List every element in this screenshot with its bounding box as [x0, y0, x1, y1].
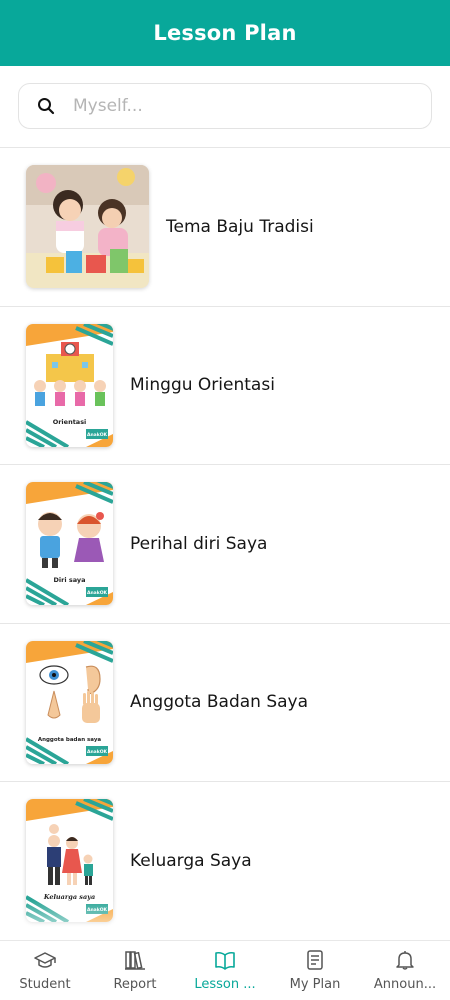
card-brand: AnakOK — [87, 749, 108, 755]
lesson-title: Anggota Badan Saya — [130, 692, 309, 713]
nav-student[interactable]: Student — [0, 941, 90, 1000]
card-brand: AnakOK — [87, 590, 108, 596]
lesson-thumbnail-card: Orientasi AnakOK — [26, 323, 113, 447]
card-caption: Keluarga saya — [43, 893, 95, 901]
card-brand: AnakOK — [87, 907, 108, 913]
lesson-item[interactable]: Orientasi AnakOK Minggu Orientasi — [0, 306, 450, 465]
search-icon — [37, 97, 55, 115]
nav-label: My Plan — [289, 977, 341, 992]
lesson-item[interactable]: Anggota badan saya AnakOK Anggota Badan … — [0, 623, 450, 782]
nav-label: Lesson ... — [194, 977, 256, 992]
nav-label: Student — [19, 977, 71, 992]
graduation-cap-icon — [34, 949, 56, 971]
nav-announcement[interactable]: Announ... — [360, 941, 450, 1000]
lesson-item[interactable]: Diri saya AnakOK Perihal diri Saya — [0, 465, 450, 624]
lesson-item[interactable]: Keluarga saya AnakOK Keluarga Saya — [0, 782, 450, 941]
search-bar[interactable] — [18, 83, 432, 129]
lesson-thumbnail-card: Keluarga saya AnakOK — [26, 799, 113, 923]
lesson-title: Keluarga Saya — [130, 850, 252, 871]
card-caption: Anggota badan saya — [38, 737, 102, 743]
lesson-thumbnail-card: Anggota badan saya AnakOK — [26, 640, 113, 764]
card-caption: Orientasi — [53, 418, 87, 426]
nav-report[interactable]: Report — [90, 941, 180, 1000]
lesson-list: Tema Baju Tradisi Orientasi AnakOK Mingg… — [0, 148, 450, 941]
search-section — [0, 66, 450, 148]
lesson-item[interactable]: Tema Baju Tradisi — [0, 148, 450, 307]
card-caption: Diri saya — [54, 576, 86, 584]
nav-label: Announ... — [373, 977, 437, 992]
nav-label: Report — [113, 977, 157, 992]
search-input[interactable] — [73, 96, 393, 116]
bottom-navigation: Student Report Lesson ... My Plan Announ… — [0, 940, 450, 1000]
clipboard-icon — [304, 949, 326, 971]
app-header: Lesson Plan — [0, 0, 450, 66]
card-brand: AnakOK — [87, 432, 108, 438]
page-title: Lesson Plan — [153, 21, 297, 45]
lesson-title: Perihal diri Saya — [130, 533, 268, 554]
lesson-title: Minggu Orientasi — [130, 375, 275, 396]
lesson-thumbnail-photo — [26, 165, 149, 289]
nav-my-plan[interactable]: My Plan — [270, 941, 360, 1000]
books-icon — [124, 949, 146, 971]
lesson-title: Tema Baju Tradisi — [166, 216, 314, 237]
nav-lesson-plan[interactable]: Lesson ... — [180, 941, 270, 1000]
lesson-thumbnail-card: Diri saya AnakOK — [26, 482, 113, 606]
bell-icon — [394, 949, 416, 971]
open-book-icon — [214, 949, 236, 971]
